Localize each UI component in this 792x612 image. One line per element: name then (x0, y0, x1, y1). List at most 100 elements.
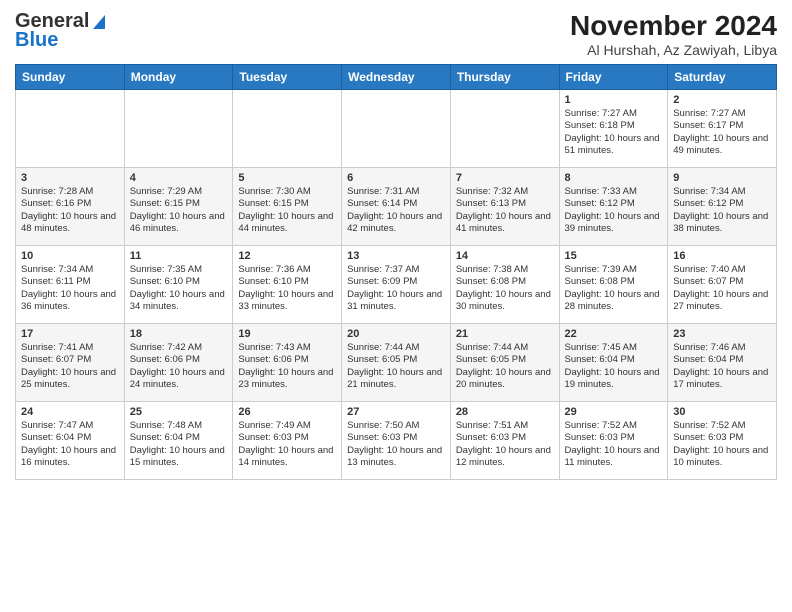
calendar-cell: 17Sunrise: 7:41 AMSunset: 6:07 PMDayligh… (16, 324, 125, 402)
header: General Blue November 2024 Al Hurshah, A… (15, 10, 777, 58)
day-info: Sunset: 6:12 PM (673, 198, 771, 210)
day-number: 15 (565, 250, 663, 262)
day-info: Sunrise: 7:36 AM (238, 264, 336, 276)
day-info: Sunset: 6:03 PM (565, 432, 663, 444)
day-info: Daylight: 10 hours and 34 minutes. (130, 289, 228, 314)
calendar-cell: 8Sunrise: 7:33 AMSunset: 6:12 PMDaylight… (559, 168, 668, 246)
day-info: Sunset: 6:14 PM (347, 198, 445, 210)
day-number: 14 (456, 250, 554, 262)
day-info: Daylight: 10 hours and 31 minutes. (347, 289, 445, 314)
day-number: 3 (21, 172, 119, 184)
day-info: Sunset: 6:16 PM (21, 198, 119, 210)
week-row-3: 10Sunrise: 7:34 AMSunset: 6:11 PMDayligh… (16, 246, 777, 324)
day-number: 25 (130, 406, 228, 418)
day-number: 17 (21, 328, 119, 340)
day-info: Daylight: 10 hours and 20 minutes. (456, 367, 554, 392)
day-info: Daylight: 10 hours and 28 minutes. (565, 289, 663, 314)
calendar-cell: 19Sunrise: 7:43 AMSunset: 6:06 PMDayligh… (233, 324, 342, 402)
day-info: Daylight: 10 hours and 48 minutes. (21, 211, 119, 236)
day-info: Sunset: 6:05 PM (347, 354, 445, 366)
day-number: 8 (565, 172, 663, 184)
day-info: Sunset: 6:15 PM (130, 198, 228, 210)
day-number: 6 (347, 172, 445, 184)
calendar-cell: 3 Sunrise: 7:28 AMSunset: 6:16 PMDaylight… (16, 168, 125, 246)
day-info: Sunset: 6:04 PM (130, 432, 228, 444)
week-row-1: 1Sunrise: 7:27 AMSunset: 6:18 PMDaylight… (16, 90, 777, 168)
day-number: 18 (130, 328, 228, 340)
calendar-cell: 12Sunrise: 7:36 AMSunset: 6:10 PMDayligh… (233, 246, 342, 324)
calendar-cell: 29Sunrise: 7:52 AMSunset: 6:03 PMDayligh… (559, 402, 668, 480)
day-info: Sunset: 6:04 PM (673, 354, 771, 366)
calendar-cell: 25Sunrise: 7:48 AMSunset: 6:04 PMDayligh… (124, 402, 233, 480)
day-number: 7 (456, 172, 554, 184)
day-info: Daylight: 10 hours and 15 minutes. (130, 445, 228, 470)
day-info: Sunrise: 7:32 AM (456, 186, 554, 198)
calendar-cell (342, 90, 451, 168)
day-number: 9 (673, 172, 771, 184)
day-info: Sunrise: 7:47 AM (21, 420, 119, 432)
day-number: 27 (347, 406, 445, 418)
day-info: Daylight: 10 hours and 39 minutes. (565, 211, 663, 236)
day-info: Sunrise: 7:45 AM (565, 342, 663, 354)
day-info: Sunrise: 7:44 AM (456, 342, 554, 354)
day-info: Daylight: 10 hours and 44 minutes. (238, 211, 336, 236)
day-number: 2 (673, 94, 771, 106)
day-number: 1 (565, 94, 663, 106)
day-info: Sunset: 6:13 PM (456, 198, 554, 210)
calendar-cell: 21 Sunrise: 7:44 AMSunset: 6:05 PMDayligh… (450, 324, 559, 402)
day-info: Sunrise: 7:44 AM (347, 342, 445, 354)
day-number: 12 (238, 250, 336, 262)
day-info: Daylight: 10 hours and 14 minutes. (238, 445, 336, 470)
day-info: Sunset: 6:18 PM (565, 120, 663, 132)
day-number: 30 (673, 406, 771, 418)
col-header-thursday: Thursday (450, 65, 559, 90)
day-info: Sunset: 6:09 PM (347, 276, 445, 288)
day-info: Sunrise: 7:29 AM (130, 186, 228, 198)
logo-blue: Blue (15, 29, 58, 52)
day-info: Daylight: 10 hours and 30 minutes. (456, 289, 554, 314)
day-info: Sunrise: 7:42 AM (130, 342, 228, 354)
day-info: Sunset: 6:04 PM (565, 354, 663, 366)
calendar-cell: 30Sunrise: 7:52 AMSunset: 6:03 PMDayligh… (668, 402, 777, 480)
day-info: Sunset: 6:08 PM (456, 276, 554, 288)
day-info: Sunset: 6:11 PM (21, 276, 119, 288)
col-header-monday: Monday (124, 65, 233, 90)
calendar-cell (124, 90, 233, 168)
day-info: Sunset: 6:12 PM (565, 198, 663, 210)
day-info: Daylight: 10 hours and 17 minutes. (673, 367, 771, 392)
calendar-cell: 4Sunrise: 7:29 AMSunset: 6:15 PMDaylight… (124, 168, 233, 246)
day-info: Sunrise: 7:49 AM (238, 420, 336, 432)
day-info: Sunrise: 7:27 AM (565, 108, 663, 120)
location: Al Hurshah, Az Zawiyah, Libya (570, 42, 777, 58)
day-number: 11 (130, 250, 228, 262)
day-number: 20 (347, 328, 445, 340)
day-info: Sunrise: 7:40 AM (673, 264, 771, 276)
day-info: Sunrise: 7:34 AM (21, 264, 119, 276)
day-info: Sunrise: 7:31 AM (347, 186, 445, 198)
day-info: Daylight: 10 hours and 19 minutes. (565, 367, 663, 392)
day-number: 16 (673, 250, 771, 262)
day-info: Daylight: 10 hours and 24 minutes. (130, 367, 228, 392)
calendar-cell: 1Sunrise: 7:27 AMSunset: 6:18 PMDaylight… (559, 90, 668, 168)
calendar-cell: 11Sunrise: 7:35 AMSunset: 6:10 PMDayligh… (124, 246, 233, 324)
calendar-cell: 13 Sunrise: 7:37 AMSunset: 6:09 PMDayligh… (342, 246, 451, 324)
calendar-cell: 15Sunrise: 7:39 AMSunset: 6:08 PMDayligh… (559, 246, 668, 324)
day-info: Sunrise: 7:41 AM (21, 342, 119, 354)
day-info: Daylight: 10 hours and 21 minutes. (347, 367, 445, 392)
day-number: 24 (21, 406, 119, 418)
day-info: Sunset: 6:03 PM (456, 432, 554, 444)
calendar-cell: 27Sunrise: 7:50 AMSunset: 6:03 PMDayligh… (342, 402, 451, 480)
day-info: Sunset: 6:06 PM (130, 354, 228, 366)
calendar-cell: 6 Sunrise: 7:31 AMSunset: 6:14 PMDaylight… (342, 168, 451, 246)
calendar-cell (233, 90, 342, 168)
day-info: Daylight: 10 hours and 10 minutes. (673, 445, 771, 470)
day-number: 13 (347, 250, 445, 262)
day-info: Sunrise: 7:28 AM (21, 186, 119, 198)
day-info: Daylight: 10 hours and 42 minutes. (347, 211, 445, 236)
day-info: Sunrise: 7:38 AM (456, 264, 554, 276)
logo: General Blue (15, 10, 105, 52)
day-info: Sunrise: 7:34 AM (673, 186, 771, 198)
day-info: Sunrise: 7:37 AM (347, 264, 445, 276)
day-info: Sunset: 6:05 PM (456, 354, 554, 366)
day-number: 21 (456, 328, 554, 340)
